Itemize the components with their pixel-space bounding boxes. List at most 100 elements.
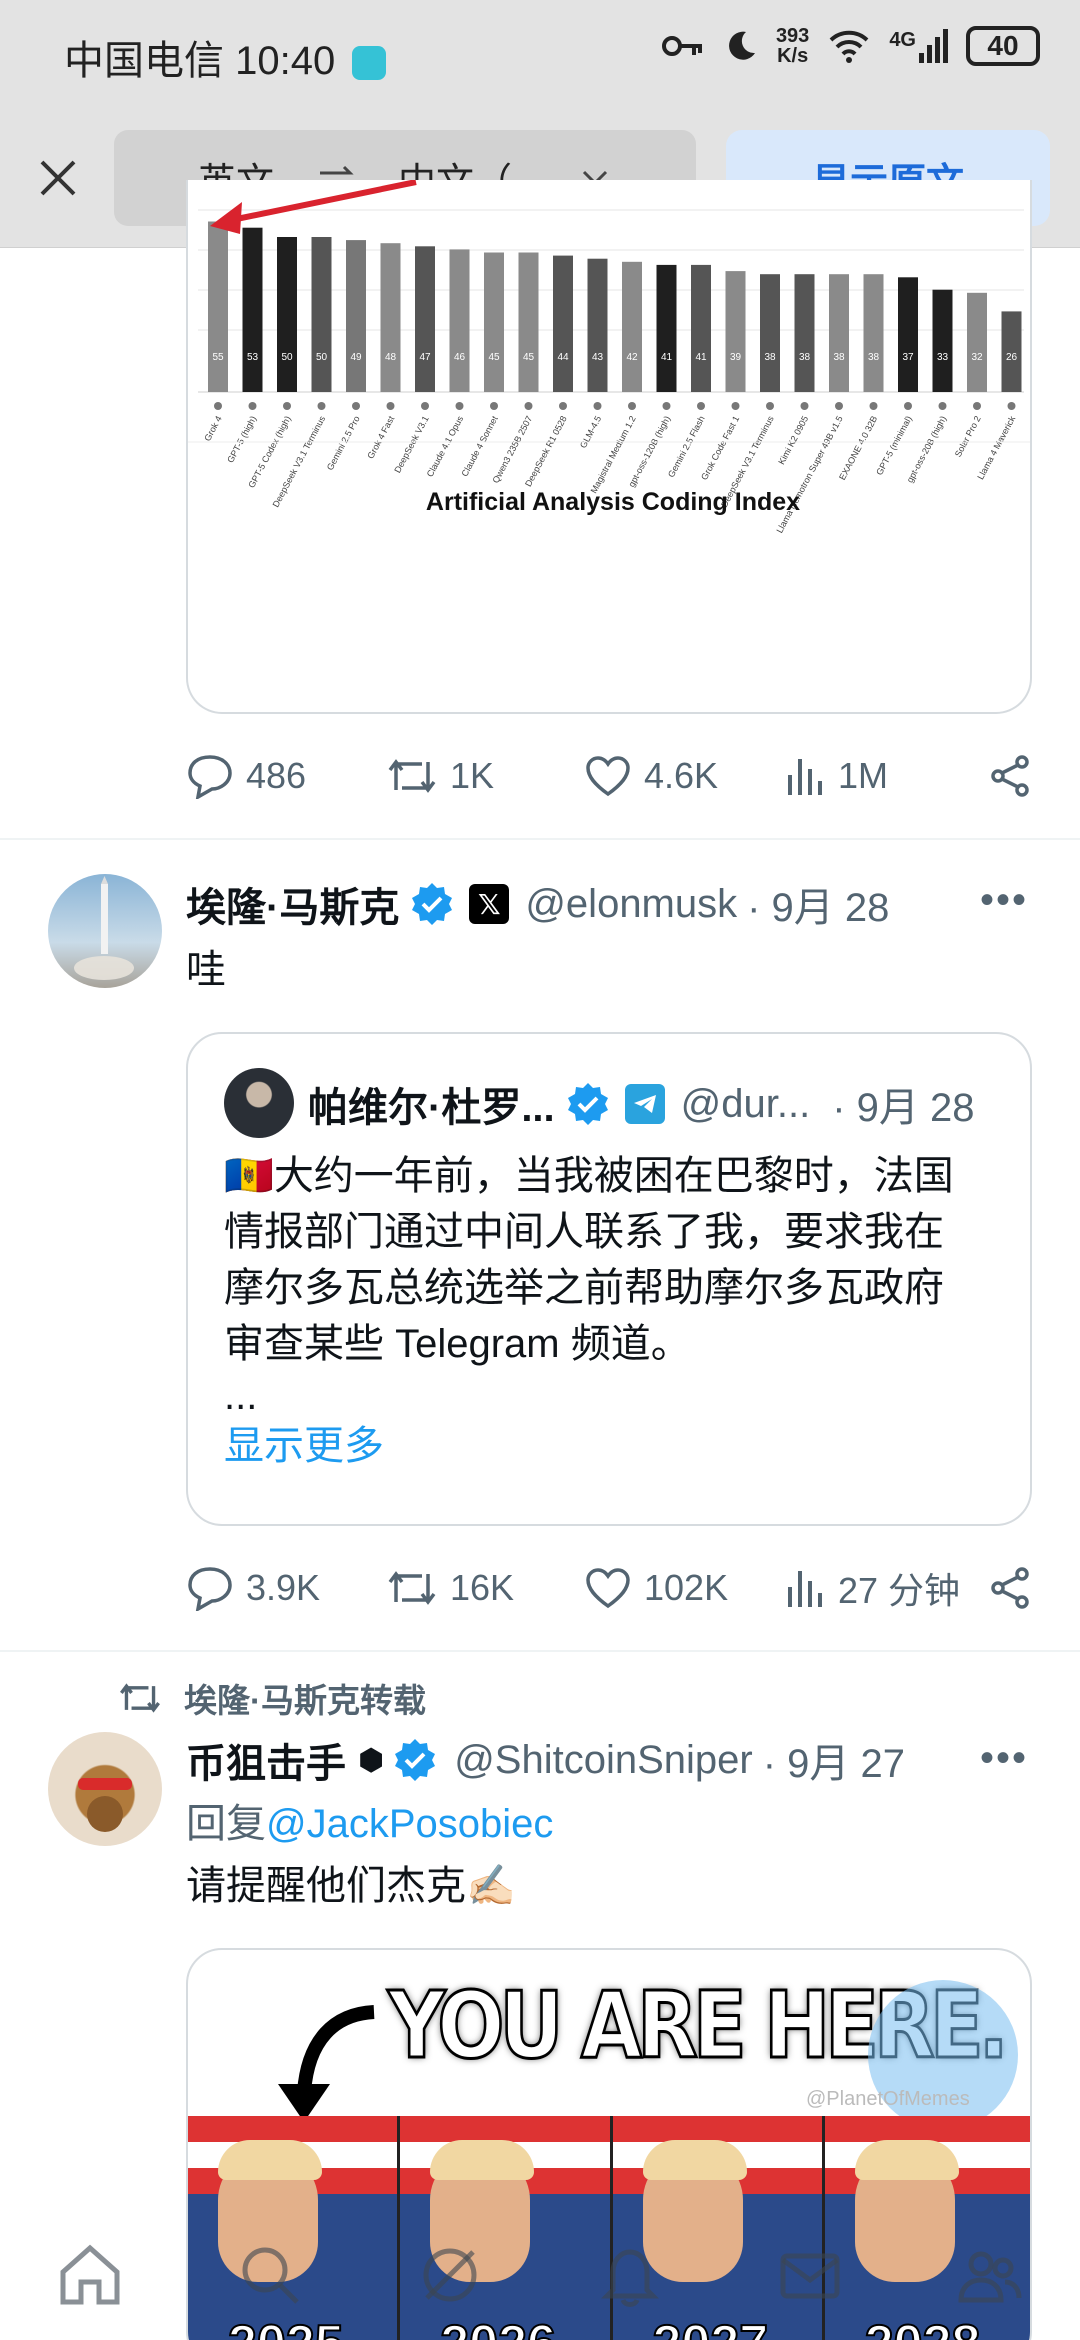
views-icon [788,1571,822,1607]
reply-icon [188,1567,232,1611]
hexagon-badge-icon: ⬢ [358,1743,385,1777]
model-logo-icon [248,402,257,410]
model-logo-icon [1007,402,1016,410]
verified-badge-icon [412,883,453,925]
meme-watermark: @PlanetOfMemes [806,2088,970,2110]
chart-category-label: Grok 4 Fast [365,414,396,461]
chart-bar [449,249,470,392]
model-logo-icon [628,402,636,410]
app-logo-icon [352,46,387,81]
chart-value-label: 45 [488,352,500,363]
chart-value-label: 50 [281,352,293,363]
like-count: 102K [644,1567,729,1608]
reply-button[interactable]: 486 [186,753,306,799]
chart-category-label: Grok 4 [202,414,224,443]
battery-level: 40 [987,30,1019,61]
chart-category-label: Gemini 2.5 Pro [325,414,362,472]
quoted-tweet[interactable]: 帕维尔·杜罗... @dur... · 9月 28 🇲🇩大约一年前，当我被困在巴… [186,1032,1032,1526]
quoted-author-name: 帕维尔·杜罗... [308,1086,555,1130]
model-logo-icon [455,402,464,410]
quoted-line-2: 情报部门通过中间人联系了我，要求我在 [224,1210,944,1254]
share-icon[interactable] [988,754,1032,798]
quoted-date: · 9月 28 [832,1086,975,1130]
network-type: 4G [889,29,916,51]
retweet-button[interactable]: 1K [386,755,494,797]
search-icon[interactable] [235,2240,305,2310]
reply-count: 3.9K [246,1567,321,1608]
notifications-icon[interactable] [595,2240,665,2310]
chart-bar [863,274,884,392]
retweet-button[interactable]: 16K [386,1567,514,1609]
chart-value-label: 38 [868,352,880,363]
like-button[interactable]: 102K [584,1566,728,1610]
model-logo-icon [662,402,671,410]
views-button[interactable]: 27 分钟 [786,1562,960,1614]
tweet-date[interactable]: · 9月 27 [763,1731,905,1789]
net-speed-unit: K/s [777,45,809,67]
quoted-line-1: 🇲🇩大约一年前，当我被困在巴黎时，法国 [224,1154,954,1198]
heart-icon [586,756,630,797]
grok-icon[interactable] [415,2240,485,2310]
model-logo-icon [283,402,291,410]
retweet-count: 16K [450,1567,515,1608]
monkey-avatar-image [78,1778,132,1832]
model-logo-icon [800,402,809,410]
tweet-date[interactable]: · 9月 28 [747,875,889,933]
bottom-nav [0,2210,1080,2340]
verified-badge-icon [395,1739,436,1781]
chart-category-label: Claude 4 Sonnet [459,414,500,478]
messages-icon[interactable] [775,2240,845,2310]
tweet-text: 请提醒他们杰克✍🏻 [186,1858,516,1914]
chart-card[interactable]: 55 53 50 50 49 48 47 46 45 45 44 43 42 41 41 39 38 38 38 38… [186,180,1032,714]
heart-icon [586,1568,630,1609]
chart-bar [622,261,642,392]
model-logo-icon [421,402,429,410]
views-button[interactable]: 1M [786,755,888,797]
chart-bar [794,274,815,392]
author-handle[interactable]: @ShitcoinSniper [454,1738,753,1783]
chart-bar [967,292,987,392]
avatar[interactable] [48,874,162,988]
reply-button[interactable]: 3.9K [186,1565,320,1611]
more-options-icon[interactable]: ••• [980,878,1028,923]
chart-category-label: EXAONE 4.0 32B [837,414,879,481]
like-button[interactable]: 4.6K [584,754,718,798]
model-logo-icon [317,402,326,410]
author-name[interactable]: 埃隆·马斯克 [186,875,399,933]
chart-bar [898,277,918,392]
chart-value-label: 45 [523,352,535,363]
moldova-flag-icon: 🇲🇩 [224,1154,274,1198]
retweet-count: 1K [450,755,495,796]
chart-value-label: 46 [454,352,466,363]
quoted-text: 🇲🇩大约一年前，当我被困在巴黎时，法国 情报部门通过中间人联系了我，要求我在 摩… [224,1148,1014,1474]
chart-value-label: 44 [557,352,569,363]
model-logo-icon [973,402,981,410]
quoted-ellipsis: ... [224,1374,258,1418]
show-more-link[interactable]: 显示更多 [224,1418,1014,1474]
retweet-context[interactable]: 埃隆·马斯克转载 [118,1676,426,1720]
status-icons: 393 K/s 4G 40 [661,26,1040,67]
retweet-icon [120,1683,160,1713]
chart-title: Artificial Analysis Coding Index [426,488,800,516]
home-icon[interactable] [55,2240,125,2310]
reply-to-link[interactable]: @JackPosobiec [266,1802,553,1846]
tweet2-header: 埃隆·马斯克 𝕏 @elonmusk · 9月 28 [186,874,1046,934]
communities-icon[interactable] [955,2240,1025,2310]
like-count: 4.6K [644,755,719,796]
share-icon[interactable] [988,1566,1032,1610]
chart-bar [760,274,780,392]
close-icon[interactable] [30,150,86,206]
retweet-icon [388,759,436,793]
signal-icon: 4G [889,29,948,63]
chart-value-label: 43 [592,352,604,363]
views-icon [788,759,822,795]
chart-value-label: 55 [212,352,224,363]
author-handle[interactable]: @elonmusk [525,882,737,927]
model-logo-icon [214,402,222,410]
author-name[interactable]: 币狙击手 [186,1731,346,1789]
avatar[interactable] [48,1732,162,1846]
more-options-icon[interactable]: ••• [980,1736,1028,1781]
chart-bar [656,264,677,392]
model-logo-icon [559,402,567,410]
wifi-icon [829,30,869,63]
